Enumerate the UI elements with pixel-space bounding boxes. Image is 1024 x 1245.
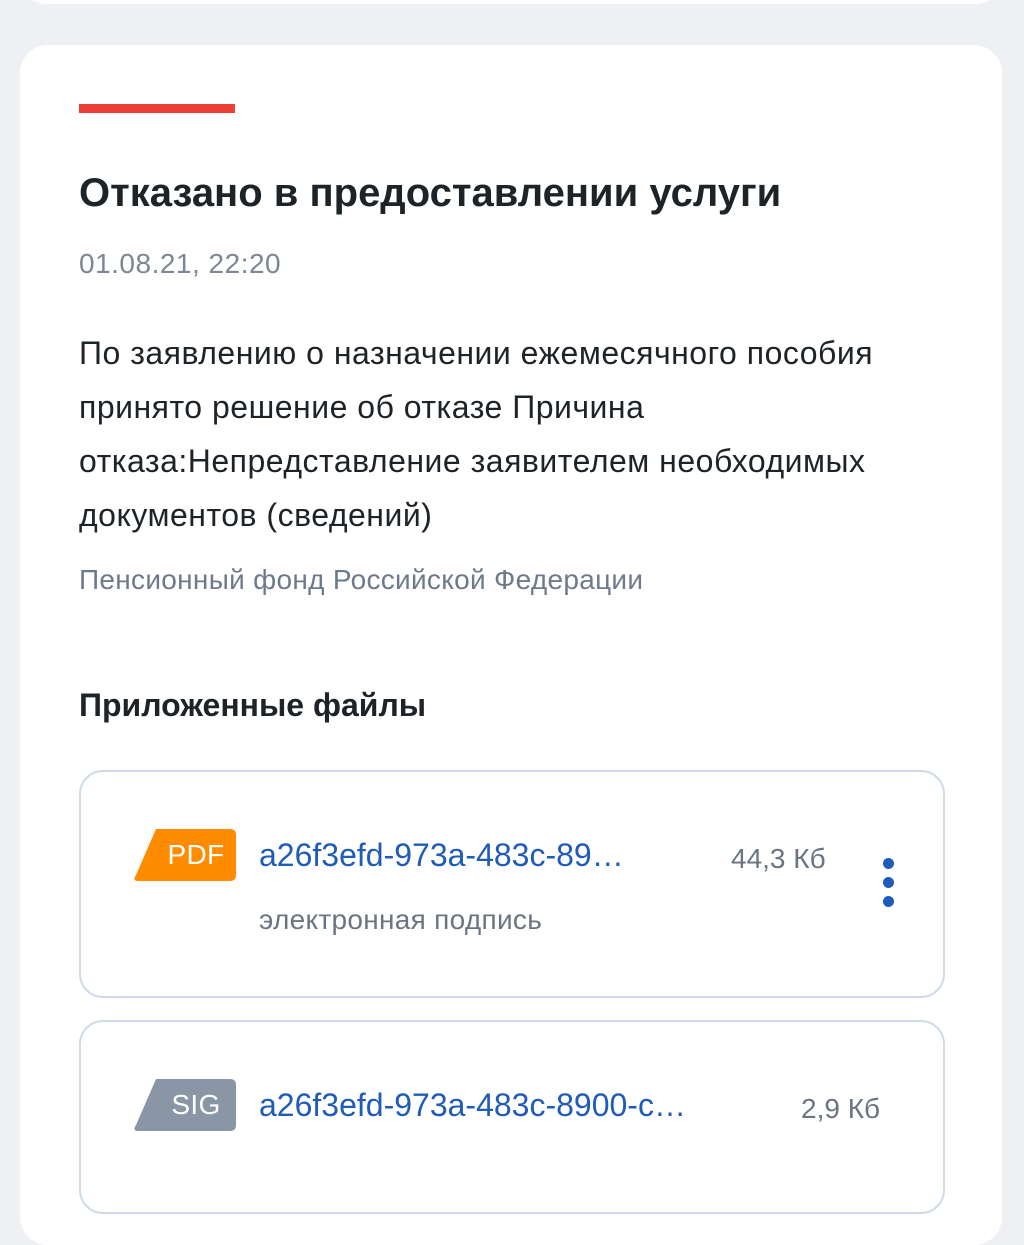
attachment-file-link[interactable]: a26f3efd-973a-483c-89… bbox=[259, 835, 699, 875]
notification-title: Отказано в предоставлении услуги bbox=[79, 171, 782, 215]
notification-datetime: 01.08.21, 22:20 bbox=[79, 248, 282, 279]
attachment-item-sig[interactable]: SIG a26f3efd-973a-483c-8900-c… 2,9 Кб bbox=[79, 1020, 945, 1214]
file-type-label: PDF bbox=[167, 839, 225, 870]
attachment-item-pdf[interactable]: PDF a26f3efd-973a-483c-89… 44,3 Кб элект… bbox=[79, 770, 945, 998]
pdf-file-icon: PDF bbox=[132, 829, 236, 881]
previous-card bbox=[20, 0, 1002, 4]
kebab-menu-icon[interactable] bbox=[871, 858, 905, 908]
status-accent-bar bbox=[79, 104, 235, 113]
notification-message: По заявлению о назначении ежемесячного п… bbox=[79, 335, 874, 533]
sig-file-icon: SIG bbox=[132, 1079, 236, 1131]
notification-source: Пенсионный фонд Российской Федерации bbox=[79, 564, 644, 595]
file-type-label: SIG bbox=[171, 1089, 221, 1120]
notification-card: Отказано в предоставлении услуги 01.08.2… bbox=[20, 45, 1002, 1245]
attachment-file-size: 44,3 Кб bbox=[731, 843, 826, 874]
attachment-file-link[interactable]: a26f3efd-973a-483c-8900-c… bbox=[259, 1085, 769, 1125]
attachments-title: Приложенные файлы bbox=[79, 687, 427, 723]
attachment-file-size: 2,9 Кб bbox=[801, 1093, 881, 1124]
attachment-file-subtitle: электронная подпись bbox=[259, 904, 543, 935]
